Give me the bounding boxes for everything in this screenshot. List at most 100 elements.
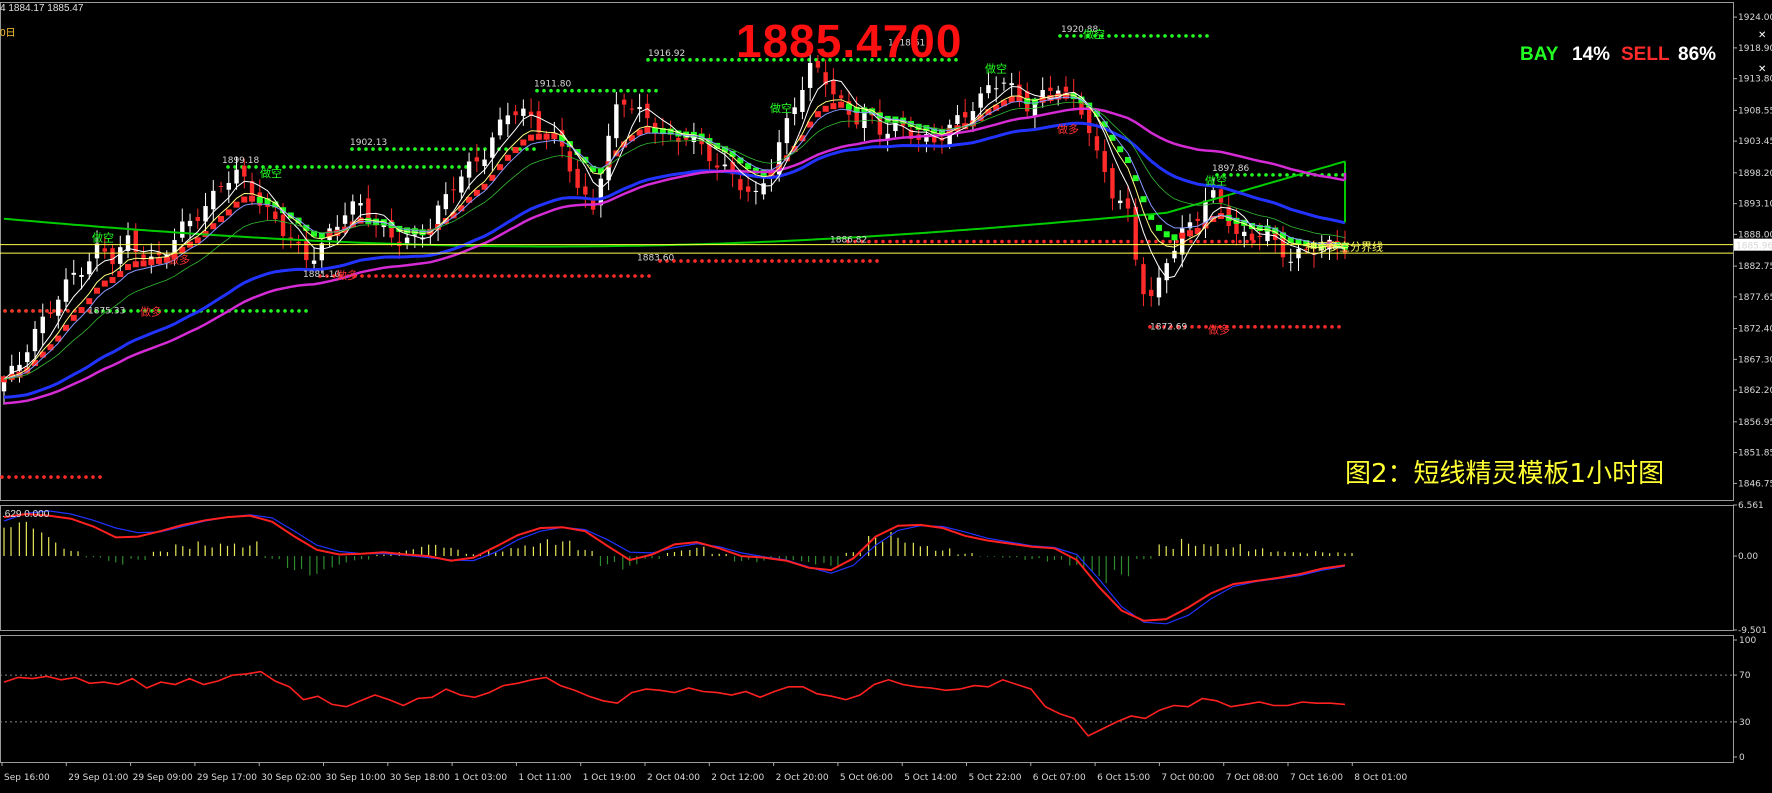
candle-body	[1288, 261, 1293, 263]
x-tick-label: 2 Oct 20:00	[776, 773, 829, 783]
signal-level-dot	[387, 165, 391, 169]
signal-level-dot	[500, 274, 504, 278]
ribbon-step	[225, 209, 232, 216]
signal-level-dot	[598, 88, 602, 93]
signal-level-dot	[986, 239, 990, 244]
signal-level-dot	[38, 309, 42, 313]
y-tick-label: 1924.00	[1738, 13, 1772, 23]
signal-level-dot	[380, 165, 384, 169]
panel-border-1	[0, 505, 1734, 631]
osc-y-tick-label: 0.00	[1738, 552, 1758, 562]
ribbon-step	[1186, 230, 1193, 237]
ribbon-step	[109, 277, 116, 284]
signal-level-dot	[507, 274, 511, 278]
signal-level-dot	[77, 475, 81, 479]
long-signal-label: 做多	[1057, 122, 1079, 136]
signal-level-dot	[429, 165, 433, 169]
signal-level-dot	[129, 309, 133, 313]
close-icon[interactable]: ✕	[1758, 30, 1766, 41]
signal-level-dot	[469, 147, 473, 151]
signal-level-dot	[1281, 325, 1285, 329]
ohlc-header: 4 1884.17 1885.47	[0, 3, 84, 14]
candle-body	[172, 240, 177, 253]
ribbon-step	[504, 154, 511, 161]
signal-level-dot	[647, 274, 651, 278]
signal-level-dot	[458, 274, 462, 278]
candle-body	[319, 243, 325, 261]
signal-line	[3, 512, 1346, 622]
signal-level-dot	[1177, 34, 1181, 38]
signal-level-dot	[798, 259, 802, 263]
ribbon-step	[512, 147, 519, 154]
signal-level-dot	[1267, 325, 1271, 329]
signal-level-dot	[1238, 239, 1242, 244]
ribbon-step	[1140, 196, 1147, 203]
signal-level-dot	[686, 259, 690, 263]
signal-level-dot	[455, 147, 459, 151]
ribbon-step	[156, 257, 163, 264]
signal-level-dot	[535, 274, 539, 278]
y-tick-label: 1898.20	[1738, 169, 1772, 179]
signal-level-dot	[1126, 239, 1130, 244]
signal-level-dot	[833, 259, 837, 263]
close-icon[interactable]: ✕	[1758, 64, 1766, 75]
ribbon-step	[125, 264, 132, 271]
signal-level-dot	[1128, 34, 1132, 38]
bay-value: 14%	[1572, 44, 1611, 65]
signal-level-dot	[486, 274, 490, 278]
signal-level-dot	[640, 274, 644, 278]
candle-body	[296, 241, 301, 244]
x-tick-label: 2 Oct 04:00	[647, 773, 700, 783]
x-tick-label: 7 Oct 16:00	[1290, 773, 1343, 783]
signal-level-dot	[406, 147, 410, 151]
ribbon-step	[822, 105, 829, 112]
candle-body	[133, 230, 138, 252]
signal-level-dot	[303, 165, 307, 169]
candle-body	[71, 272, 76, 275]
signal-level-dot	[1105, 239, 1109, 244]
candle-body	[575, 168, 580, 188]
signal-level-dot	[1042, 239, 1046, 244]
signal-level-dot	[688, 58, 692, 62]
y-tick-label: 1893.10	[1738, 200, 1772, 210]
signal-level-dot	[262, 309, 266, 313]
bay-label: BAY	[1520, 44, 1559, 65]
signal-level-dot	[420, 147, 424, 151]
signal-level-dot	[1245, 239, 1249, 244]
ma-thin-green-line	[3, 101, 1346, 380]
signal-level-dot	[979, 239, 983, 244]
candle-body	[505, 115, 511, 125]
signal-level-dot	[1271, 173, 1275, 177]
candle-body	[583, 186, 588, 195]
candle-body	[606, 135, 611, 181]
x-tick-label: 5 Oct 22:00	[969, 773, 1022, 783]
signal-level-dot	[633, 274, 637, 278]
signal-level-dot	[84, 475, 88, 479]
short-signal-label: 做空	[260, 166, 282, 180]
candle-body	[621, 99, 627, 105]
sell-label: SELL	[1621, 44, 1670, 65]
candle-body	[234, 169, 239, 184]
signal-level-dot	[304, 309, 308, 313]
signal-level-dot	[930, 239, 934, 244]
x-tick-label: 1 Oct 11:00	[518, 773, 571, 783]
signal-level-dot	[56, 475, 60, 479]
candle-body	[955, 115, 960, 124]
candle-body	[443, 194, 449, 210]
candle-body	[87, 261, 92, 275]
ribbon-step	[528, 134, 535, 141]
ribbon-step	[70, 314, 77, 321]
candle-body	[676, 137, 681, 143]
price-label: 1883.60	[637, 254, 674, 264]
signal-level-dot	[626, 274, 630, 278]
signal-level-dot	[1316, 325, 1320, 329]
signal-level-dot	[276, 309, 280, 313]
candle-body	[195, 216, 200, 221]
signal-level-dot	[255, 309, 259, 313]
rsi-panel: 100 70 30 0	[0, 636, 1756, 763]
signal-level-dot	[1224, 239, 1228, 244]
signal-level-dot	[1274, 325, 1278, 329]
y-tick-label: 1862.20	[1738, 386, 1772, 396]
candle-body	[242, 165, 247, 177]
signal-level-dot	[63, 475, 67, 479]
